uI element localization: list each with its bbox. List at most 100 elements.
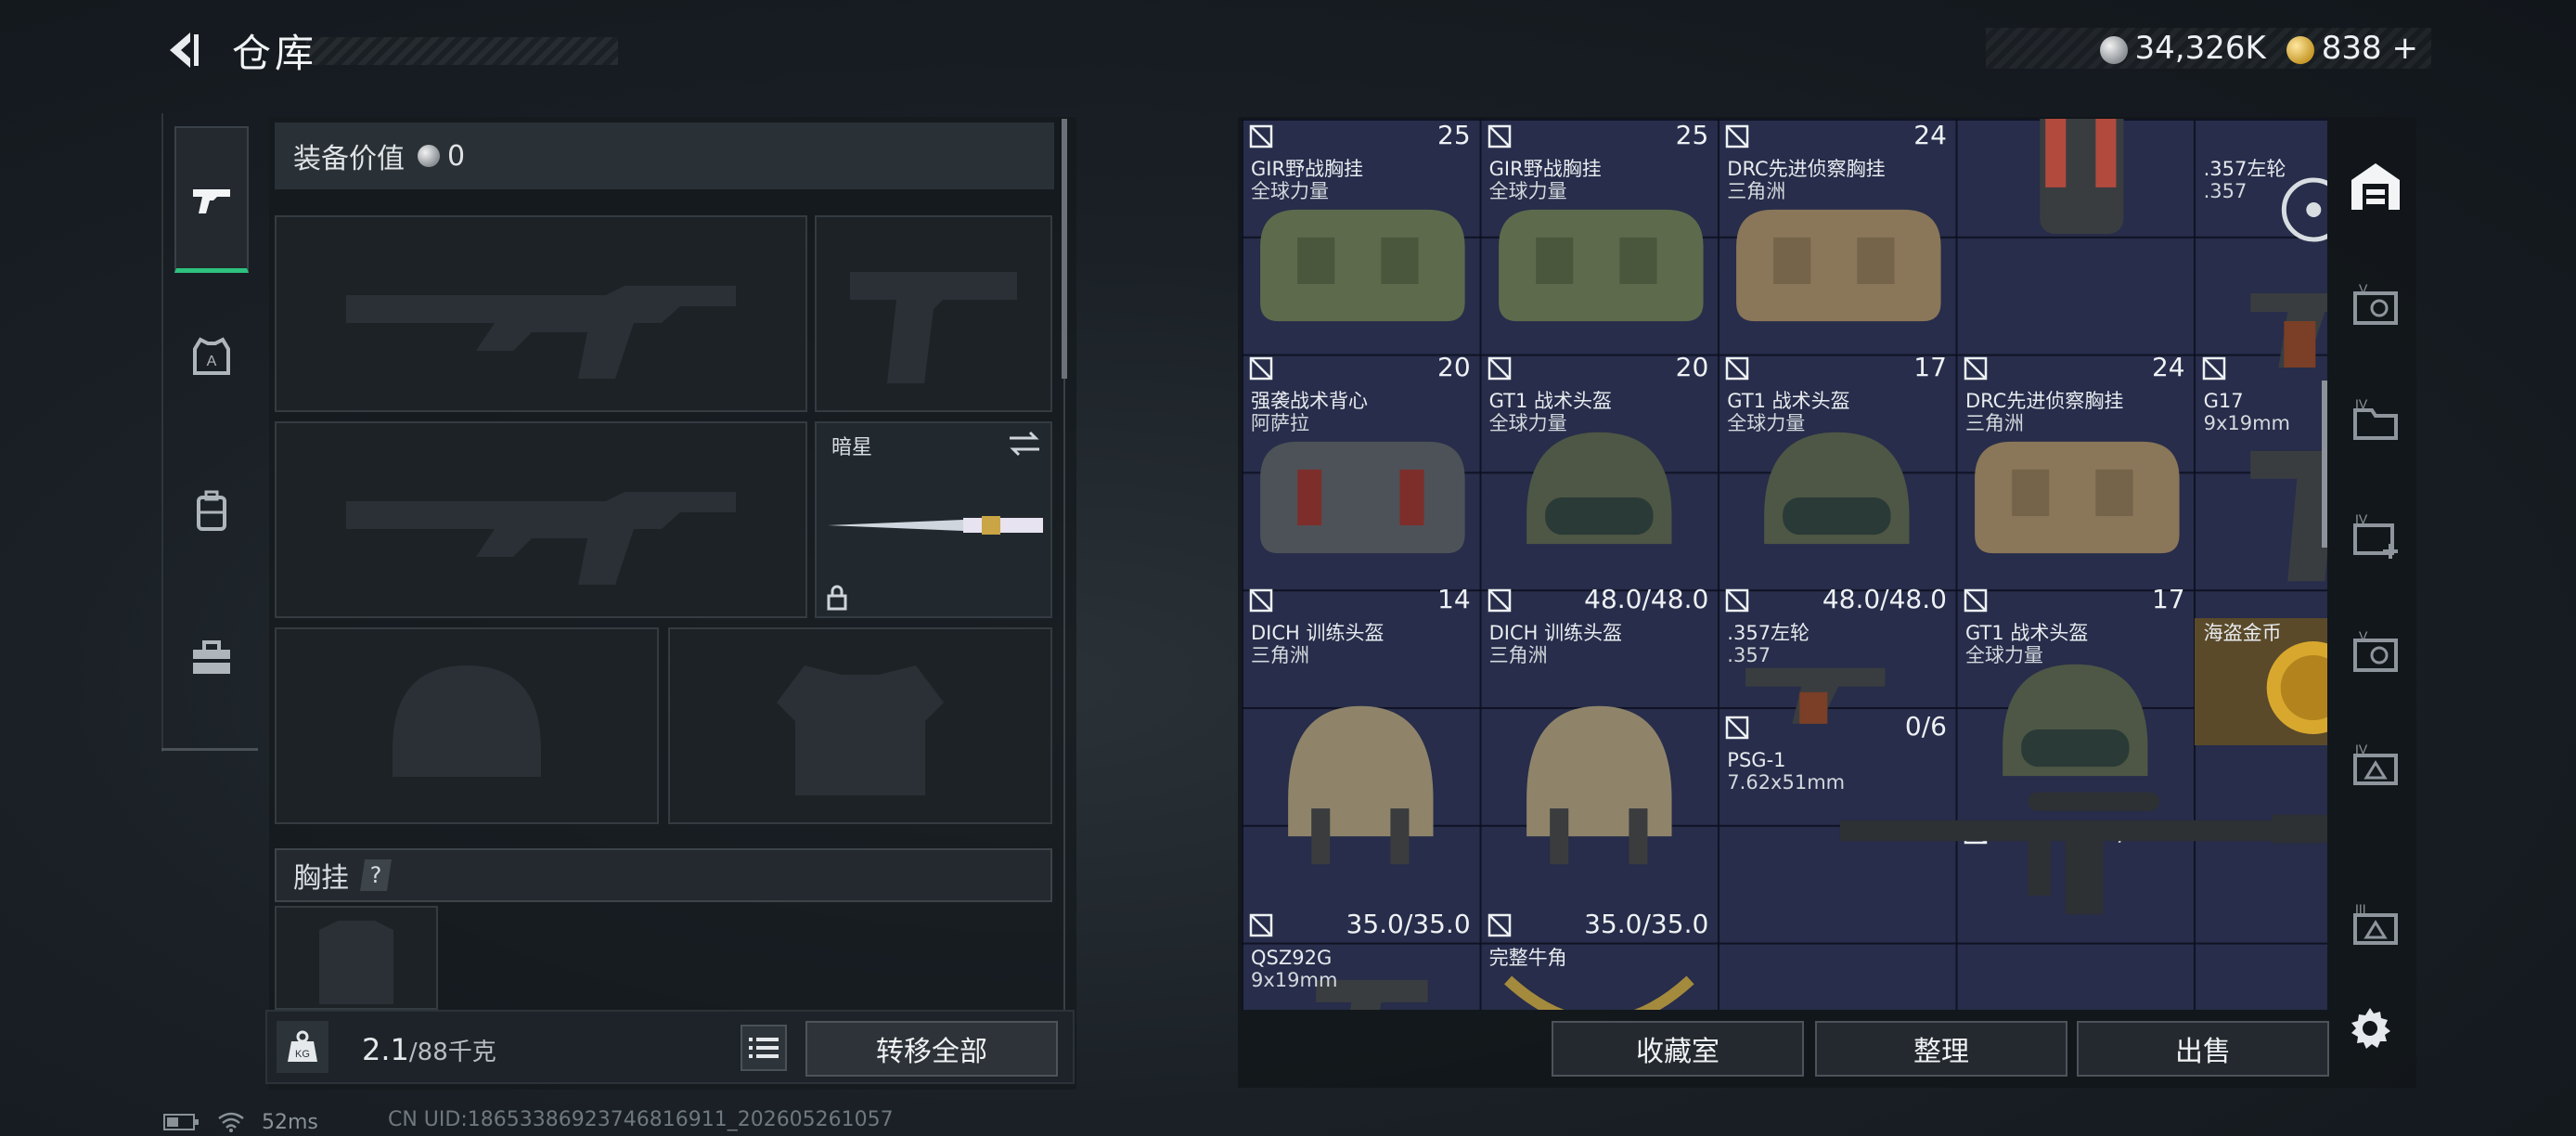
- storage-tab-icon: V: [2353, 628, 2398, 672]
- silver-coin-icon: [418, 145, 440, 167]
- helmet-slot[interactable]: [275, 627, 659, 824]
- primary-weapon-slot[interactable]: [275, 215, 807, 412]
- svg-text:IV: IV: [2355, 742, 2368, 756]
- storage-item[interactable]: .357左轮.3570/6: [1718, 618, 1956, 746]
- storage-item[interactable]: .357左轮.3570/6: [2195, 154, 2327, 386]
- left-category-rail: A: [161, 113, 258, 752]
- chest-rig-label: 胸挂: [293, 862, 349, 895]
- storage-item[interactable]: GIR野战胸挂 全球力量 20: [1242, 154, 1480, 386]
- battery-icon: [163, 1114, 199, 1130]
- storage-item[interactable]: GIR野战胸挂 全球力量 20: [1480, 154, 1719, 386]
- chest-rig-header: 胸挂 ?: [275, 848, 1052, 902]
- sidearm-slot[interactable]: [815, 215, 1052, 412]
- svg-text:A: A: [207, 354, 217, 369]
- item-count: 17: [1913, 351, 1947, 382]
- item-count: 35.0/35.0: [1584, 908, 1709, 939]
- storage-item[interactable]: 25: [1480, 119, 1719, 154]
- storage-item[interactable]: DICH 训练头盔 三角洲 35.0/35.0: [1480, 618, 1719, 943]
- svg-text:IV: IV: [2355, 396, 2368, 411]
- storage-tab-4-add[interactable]: IV: [2342, 503, 2409, 570]
- collection-room-button[interactable]: 收藏室: [1552, 1021, 1804, 1077]
- chest-rig-slot[interactable]: [275, 906, 438, 1010]
- item-name: 强袭战术背心 阿萨拉: [1251, 389, 1368, 434]
- rifle-silhouette-icon: [277, 423, 805, 616]
- pistol-icon: [193, 188, 230, 213]
- rail-item-toolbox[interactable]: [174, 620, 249, 694]
- storage-item[interactable]: 阿萨拉24: [1956, 119, 2195, 386]
- weight-readout: 2.1/88千克: [362, 1032, 496, 1067]
- gold-currency[interactable]: 838 +: [2286, 30, 2418, 67]
- storage-item[interactable]: GT1 战术头盔 全球力量 48.0/48.0: [1480, 386, 1719, 618]
- rifle-silhouette-icon: [277, 217, 805, 410]
- storage-item[interactable]: DRC先进侦察胸挂 三角洲 17: [1718, 154, 1956, 386]
- svg-text:KG: KG: [295, 1049, 310, 1060]
- storage-tab-5b[interactable]: V: [2342, 620, 2409, 687]
- body-armor-slot[interactable]: [668, 627, 1052, 824]
- rail-item-weapons[interactable]: [174, 126, 249, 273]
- lock-icon: [827, 585, 847, 611]
- storage-tab-4[interactable]: IV: [2342, 388, 2409, 455]
- equipment-scrollbar[interactable]: [1062, 119, 1067, 379]
- back-button[interactable]: [160, 26, 208, 74]
- ping-readout: 52ms: [262, 1110, 318, 1134]
- helmet-silhouette-icon: [277, 629, 657, 822]
- sell-button[interactable]: 出售: [2077, 1021, 2329, 1077]
- storage-tab-all[interactable]: [2342, 152, 2409, 219]
- storage-item[interactable]: 海盗金币: [2194, 617, 2327, 745]
- device-status-bar: 52ms: [163, 1110, 318, 1134]
- storage-item[interactable]: G179x19mm0/17: [2195, 386, 2327, 618]
- storage-item[interactable]: 25: [1242, 119, 1480, 154]
- swap-arrows-icon[interactable]: [1008, 431, 1041, 457]
- settings-button[interactable]: [2344, 1002, 2396, 1054]
- item-count: 35.0/35.0: [1346, 908, 1471, 939]
- rail-divider: [161, 748, 258, 751]
- storage-tab-4b[interactable]: IV: [2342, 733, 2409, 800]
- list-icon: [749, 1038, 779, 1058]
- storage-item[interactable]: 完整牛角: [1480, 943, 1719, 1010]
- storage-tab-3[interactable]: III: [2342, 893, 2409, 960]
- storage-tab-5[interactable]: V: [2342, 273, 2409, 340]
- storage-item[interactable]: 强袭战术背心 阿萨拉 14: [1242, 386, 1480, 618]
- storage-grid[interactable]: 252524阿萨拉2410/10GIR野战胸挂全球力量20GIR野战胸挂全球力量…: [1242, 119, 2327, 1010]
- item-tag-icon: [2202, 356, 2225, 380]
- storage-item[interactable]: PSG-1 7.62x51mm: [1718, 745, 2327, 943]
- list-view-button[interactable]: [741, 1025, 787, 1071]
- help-button[interactable]: ?: [360, 859, 392, 891]
- item-count: 25: [1437, 119, 1471, 150]
- item-name: GT1 战术头盔 全球力量: [1727, 389, 1850, 434]
- add-tab-icon: IV: [2353, 511, 2398, 559]
- item-count: 14: [1437, 583, 1471, 614]
- item-name: GIR野战胸挂 全球力量: [1488, 157, 1602, 202]
- backpack-icon: [197, 490, 226, 531]
- storage-item[interactable]: 10/10: [2195, 119, 2327, 154]
- rail-item-armor[interactable]: A: [174, 319, 249, 394]
- silver-coin-icon: [2099, 35, 2128, 64]
- add-currency-button[interactable]: +: [2392, 30, 2419, 67]
- item-name: 完整牛角: [1488, 946, 1567, 969]
- silver-currency[interactable]: 34,326K: [2099, 30, 2266, 67]
- rail-item-backpack[interactable]: [174, 473, 249, 548]
- storage-item[interactable]: GT1 战术头盔 全球力量 48.0/48.0: [1718, 386, 1956, 618]
- armor-tab-icon: IV: [2353, 742, 2398, 785]
- item-tag-icon: [1488, 913, 1511, 936]
- item-tag-icon: [1726, 588, 1749, 612]
- sort-button[interactable]: 整理: [1815, 1021, 2067, 1077]
- armor-silhouette-icon: [670, 629, 1050, 822]
- transfer-all-button[interactable]: 转移全部: [805, 1021, 1058, 1077]
- melee-slot[interactable]: 暗星: [815, 421, 1052, 618]
- helmet-tan-icon: [1526, 705, 1672, 864]
- secondary-weapon-slot[interactable]: [275, 421, 807, 618]
- storage-item[interactable]: QSZ92G 9x19mm: [1242, 943, 1480, 1010]
- svg-text:V: V: [2359, 628, 2368, 643]
- storage-item[interactable]: 24: [1718, 119, 1956, 154]
- storage-scrollbar[interactable]: [2322, 381, 2327, 548]
- item-count: 48.0/48.0: [1822, 583, 1947, 614]
- currency-bar: 34,326K 838 +: [1986, 28, 2431, 69]
- item-tag-icon: [1726, 356, 1749, 380]
- storage-item[interactable]: DRC先进侦察胸挂 三角洲 17: [1956, 386, 2195, 618]
- item-tag-icon: [1249, 588, 1273, 612]
- equipment-value-label: 装备价值: [293, 143, 405, 175]
- storage-item[interactable]: DICH 训练头盔 三角洲 35.0/35.0: [1242, 618, 1480, 943]
- item-count: 20: [1675, 351, 1709, 382]
- storage-tab-rail: V IV IV V IV III: [2335, 117, 2416, 1008]
